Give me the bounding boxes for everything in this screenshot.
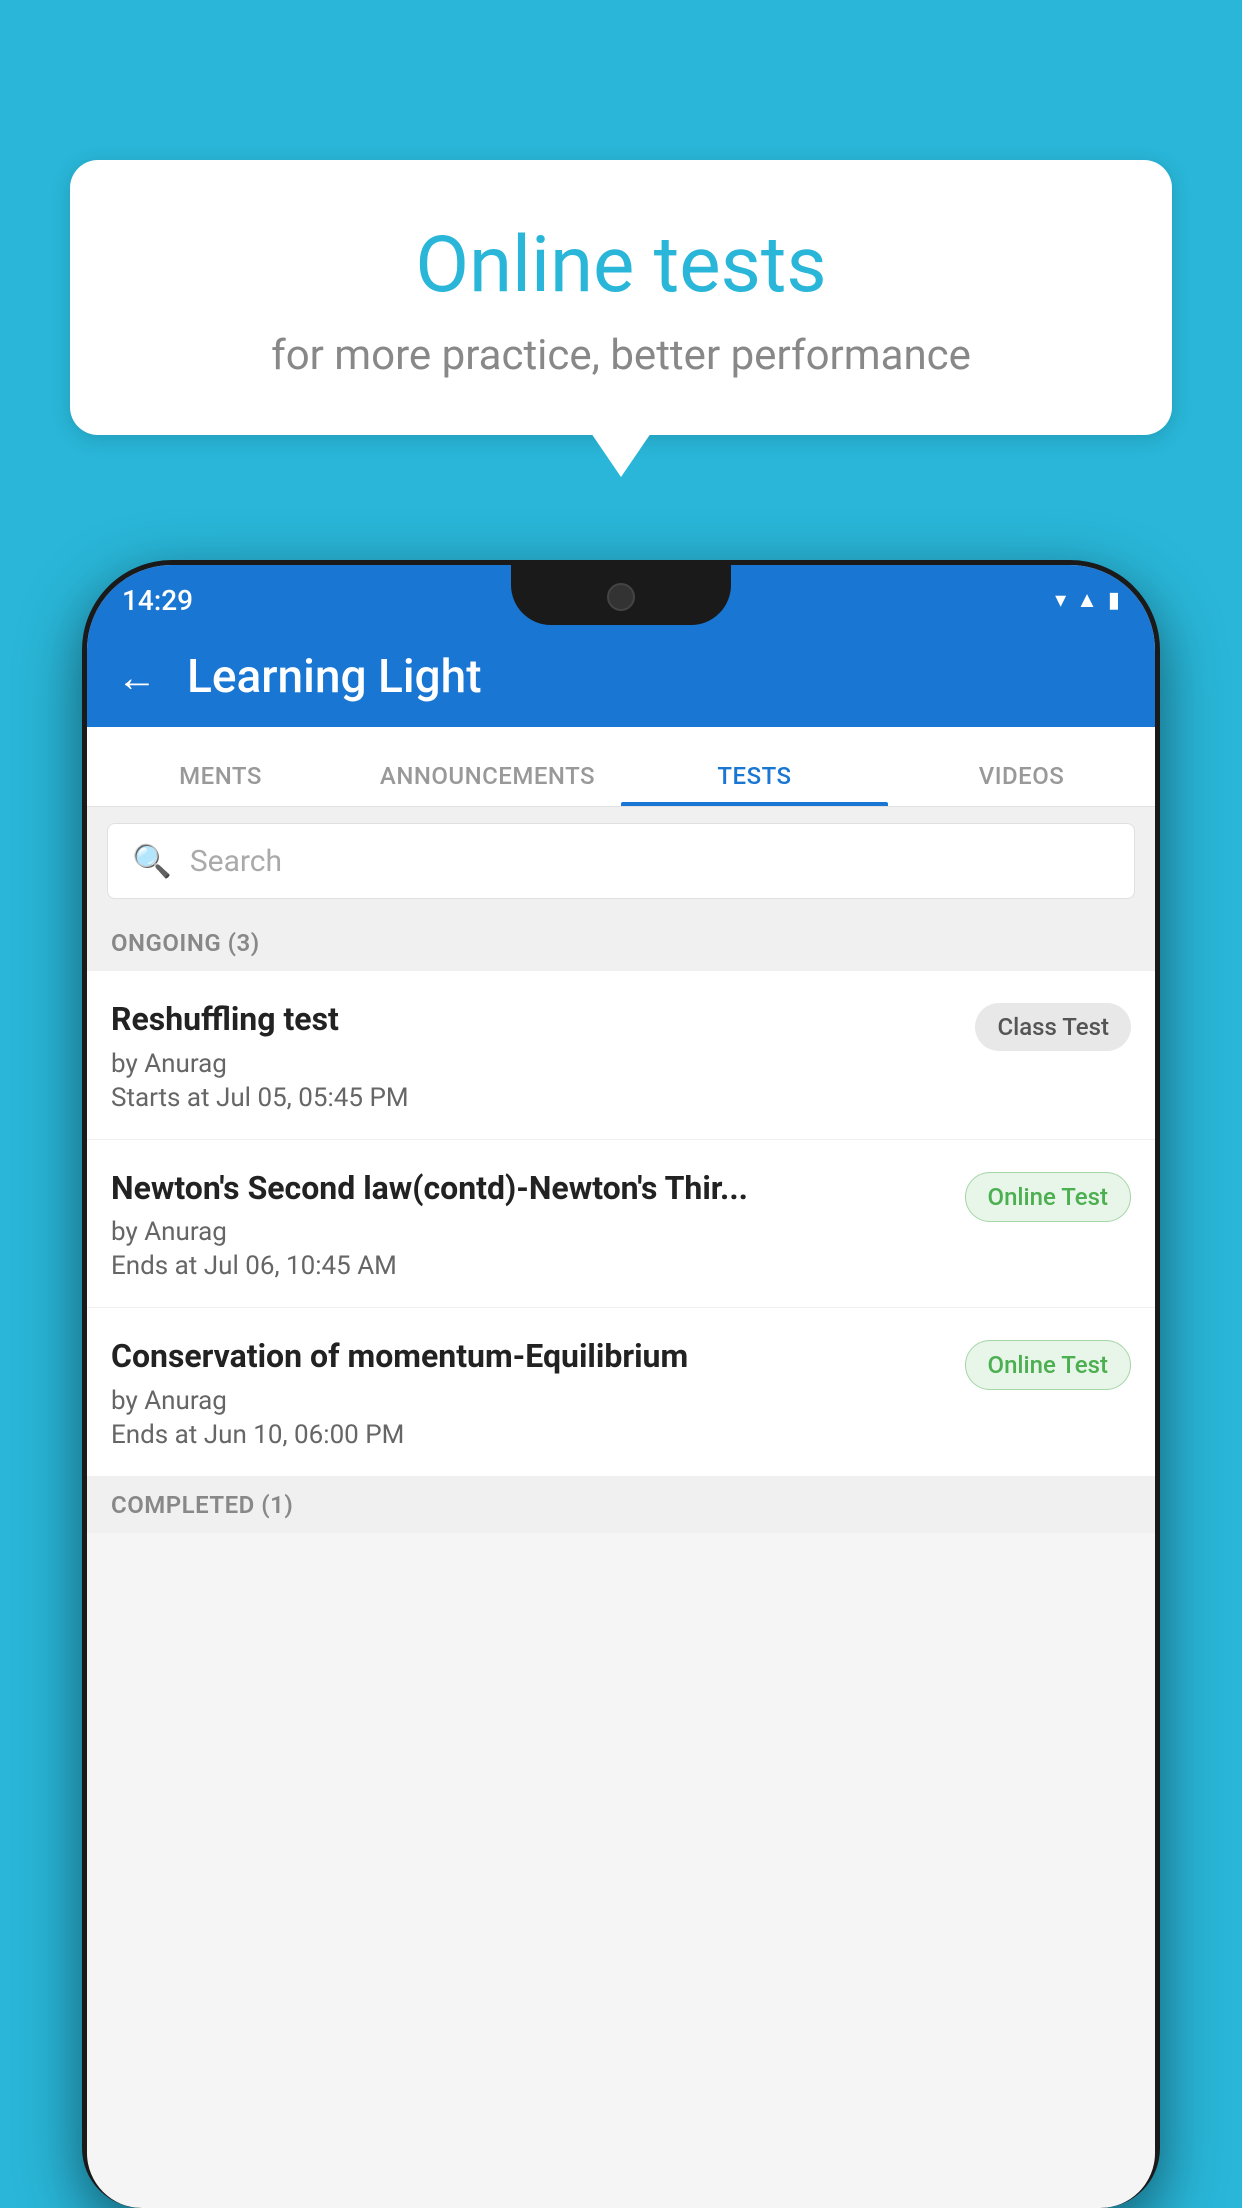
app-bar: ← Learning Light	[87, 627, 1155, 727]
test-time: Ends at Jun 10, 06:00 PM	[111, 1420, 945, 1450]
test-author: by Anurag	[111, 1386, 945, 1416]
search-input-wrapper[interactable]: 🔍 Search	[107, 823, 1135, 899]
tests-list: Reshuffling test by Anurag Starts at Jul…	[87, 971, 1155, 1477]
battery-icon: ▮	[1108, 588, 1120, 613]
app-title: Learning Light	[187, 650, 482, 704]
status-time: 14:29	[122, 584, 193, 617]
test-item-content: Reshuffling test by Anurag Starts at Jul…	[111, 999, 975, 1113]
search-icon: 🔍	[132, 842, 172, 880]
back-button[interactable]: ←	[117, 654, 157, 701]
phone-screen: 14:29 ▾ ▲ ▮ ← Learning Light MENTS ANNOU…	[87, 565, 1155, 2208]
online-test-badge-2: Online Test	[965, 1340, 1131, 1390]
phone-frame: 14:29 ▾ ▲ ▮ ← Learning Light MENTS ANNOU…	[82, 560, 1160, 2208]
tab-videos[interactable]: VIDEOS	[888, 762, 1155, 806]
test-item[interactable]: Reshuffling test by Anurag Starts at Jul…	[87, 971, 1155, 1140]
wifi-icon: ▾	[1055, 588, 1066, 613]
status-icons: ▾ ▲ ▮	[1055, 587, 1120, 613]
front-camera	[607, 583, 635, 611]
test-title: Conservation of momentum-Equilibrium	[111, 1336, 945, 1378]
phone-notch	[511, 565, 731, 625]
test-item-content: Newton's Second law(contd)-Newton's Thir…	[111, 1168, 965, 1282]
test-title: Newton's Second law(contd)-Newton's Thir…	[111, 1168, 945, 1210]
completed-section-header: COMPLETED (1)	[87, 1477, 1155, 1533]
search-container: 🔍 Search	[87, 807, 1155, 915]
ongoing-section-header: ONGOING (3)	[87, 915, 1155, 971]
signal-icon: ▲	[1076, 587, 1098, 613]
speech-bubble: Online tests for more practice, better p…	[70, 160, 1172, 435]
online-tests-subtitle: for more practice, better performance	[120, 331, 1122, 380]
tab-ments[interactable]: MENTS	[87, 762, 354, 806]
test-time: Starts at Jul 05, 05:45 PM	[111, 1083, 955, 1113]
test-item[interactable]: Conservation of momentum-Equilibrium by …	[87, 1308, 1155, 1477]
test-item-content: Conservation of momentum-Equilibrium by …	[111, 1336, 965, 1450]
search-input[interactable]: Search	[190, 844, 282, 879]
tab-announcements[interactable]: ANNOUNCEMENTS	[354, 762, 621, 806]
test-author: by Anurag	[111, 1217, 945, 1247]
class-test-badge: Class Test	[975, 1003, 1131, 1051]
tab-tests[interactable]: TESTS	[621, 762, 888, 806]
online-test-badge: Online Test	[965, 1172, 1131, 1222]
tabs-bar: MENTS ANNOUNCEMENTS TESTS VIDEOS	[87, 727, 1155, 807]
test-item[interactable]: Newton's Second law(contd)-Newton's Thir…	[87, 1140, 1155, 1309]
online-tests-title: Online tests	[120, 220, 1122, 311]
test-author: by Anurag	[111, 1049, 955, 1079]
test-time: Ends at Jul 06, 10:45 AM	[111, 1251, 945, 1281]
test-title: Reshuffling test	[111, 999, 955, 1041]
